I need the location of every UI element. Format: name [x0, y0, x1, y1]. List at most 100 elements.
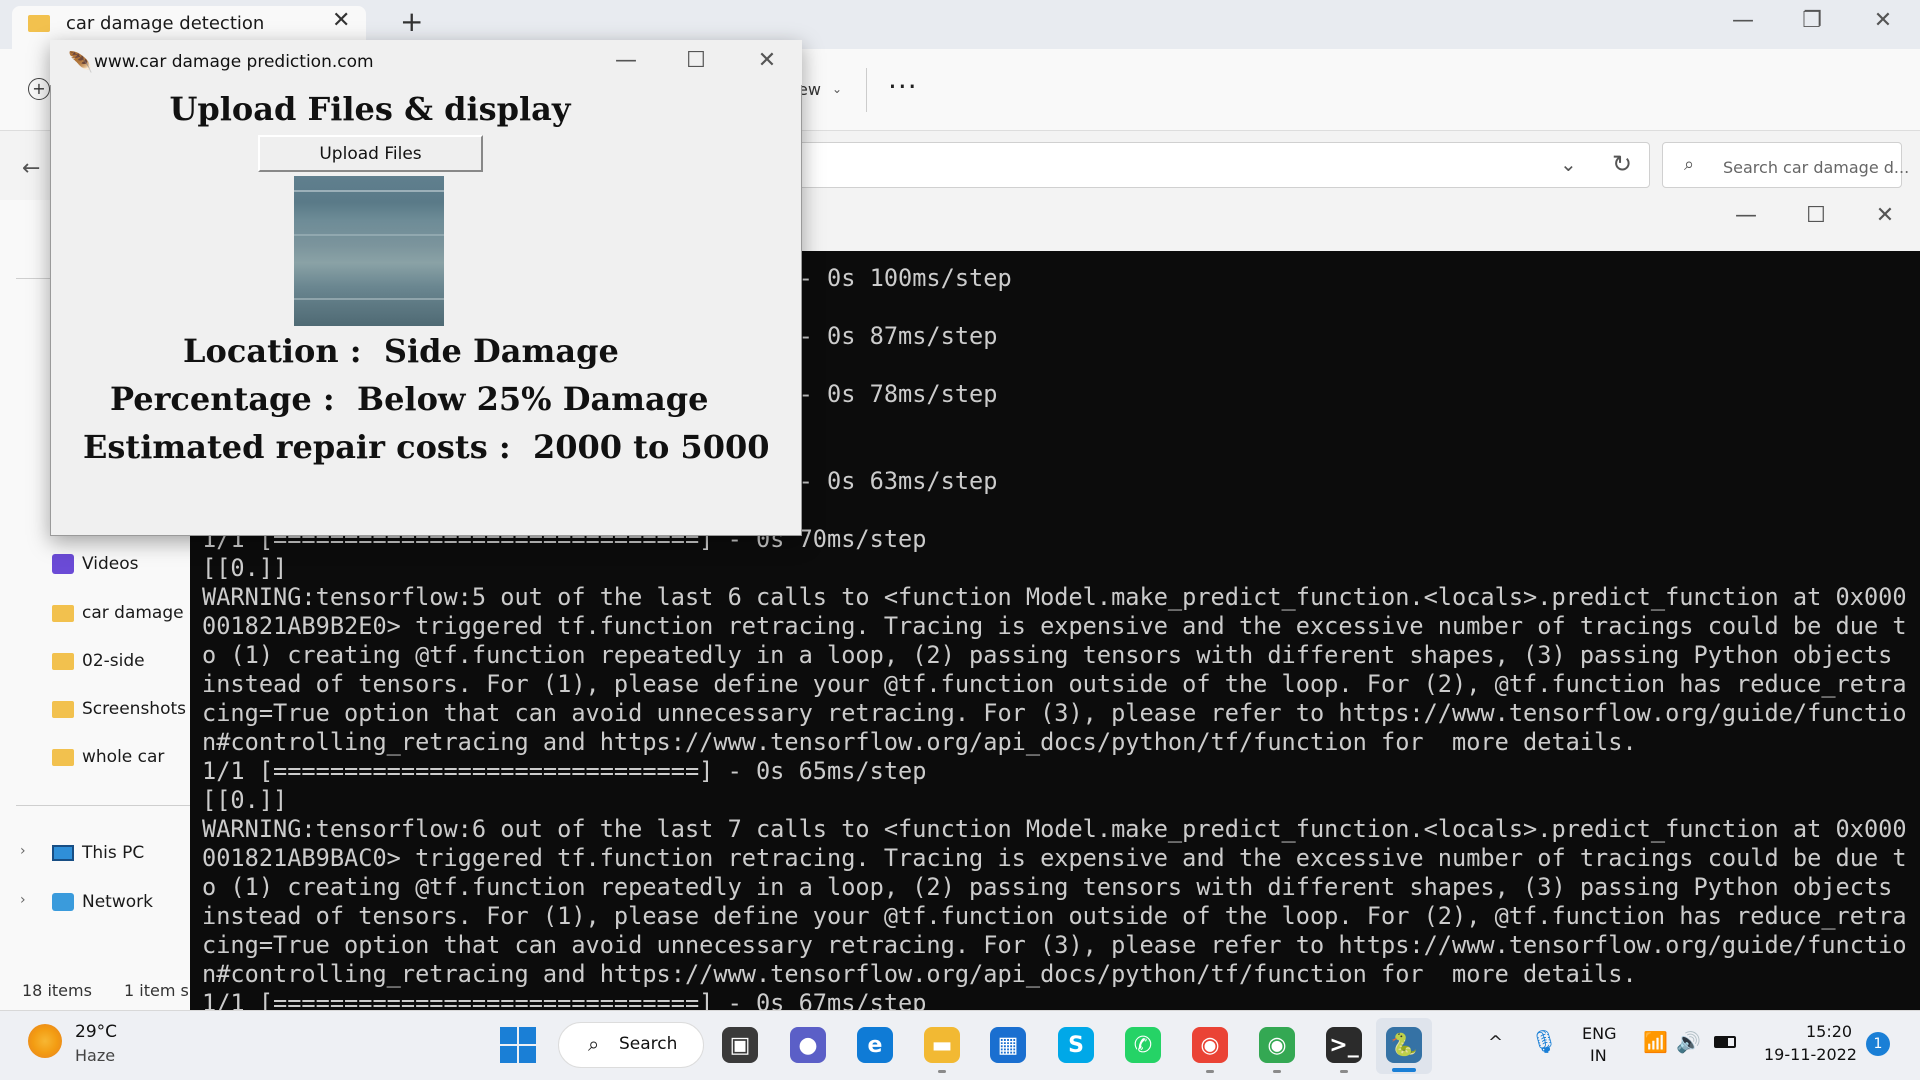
uploaded-car-image — [294, 176, 444, 326]
damage-location-label: Location : Side Damage — [183, 332, 619, 370]
explorer-restore-button[interactable]: ❐ — [1797, 10, 1827, 32]
app-window-title: www.car damage prediction.com — [94, 52, 374, 72]
taskbar-search-label: Search — [619, 1034, 678, 1054]
start-tile — [500, 1027, 517, 1044]
console-restore-button[interactable]: ☐ — [1801, 205, 1831, 227]
explorer-tab-title: car damage detection — [66, 13, 265, 34]
console-minimize-button[interactable]: — — [1731, 205, 1761, 227]
running-app-indicator — [1273, 1070, 1281, 1073]
notification-badge[interactable]: 1 — [1866, 1032, 1890, 1056]
nav-item-label: This PC — [82, 843, 145, 863]
weather-description[interactable]: Haze — [75, 1046, 115, 1065]
terminal-icon[interactable]: >_ — [1326, 1027, 1362, 1063]
edge-icon[interactable]: e — [857, 1027, 893, 1063]
nav-item-screenshots[interactable]: Screenshots — [52, 699, 186, 719]
start-tile — [500, 1046, 517, 1063]
chrome-profile-icon[interactable]: ◉ — [1192, 1027, 1228, 1063]
nav-item-whole-car[interactable]: whole car — [52, 747, 164, 767]
start-tile — [519, 1027, 536, 1044]
nav-item-this-pc[interactable]: This PC — [52, 843, 144, 863]
console-line: cing=True option that can avoid unnecess… — [202, 931, 1907, 959]
explorer-search-placeholder: Search car damage d... — [1723, 158, 1910, 177]
teams-icon[interactable]: ● — [790, 1027, 826, 1063]
folder-icon — [52, 652, 74, 670]
video-icon — [52, 554, 74, 574]
python-icon[interactable]: 🐍 — [1386, 1027, 1422, 1063]
expand-chevron-icon[interactable]: › — [20, 843, 26, 859]
chevron-down-icon: ⌄ — [832, 82, 843, 96]
task-view-icon[interactable]: ▣ — [722, 1027, 758, 1063]
console-line: 1/1 [==============================] - 0… — [202, 989, 927, 1010]
explorer-minimize-button[interactable]: — — [1728, 10, 1758, 32]
nav-item-label: car damage d — [82, 603, 200, 623]
folder-icon — [52, 748, 74, 766]
input-language[interactable]: ENG — [1582, 1024, 1616, 1043]
show-hidden-icons-chevron-icon[interactable]: ^ — [1488, 1032, 1503, 1053]
nav-item-label: Videos — [82, 554, 139, 574]
clock-date[interactable]: 19-11-2022 — [1764, 1045, 1857, 1064]
pc-icon — [52, 845, 74, 861]
active-app-indicator — [1392, 1068, 1416, 1072]
nav-item-videos[interactable]: Videos — [52, 554, 139, 574]
volume-icon[interactable]: 🔊 — [1676, 1030, 1701, 1054]
file-explorer-icon[interactable]: ▬ — [924, 1027, 960, 1063]
whatsapp-icon[interactable]: ✆ — [1125, 1027, 1161, 1063]
new-item-plus-icon[interactable]: + — [28, 78, 50, 100]
input-region[interactable]: IN — [1590, 1046, 1607, 1065]
app-close-button[interactable]: ✕ — [752, 50, 782, 72]
weather-temperature[interactable]: 29°C — [75, 1022, 117, 1042]
refresh-icon[interactable]: ↻ — [1612, 150, 1632, 178]
search-icon: ⌕ — [588, 1032, 600, 1056]
app-minimize-button[interactable]: — — [611, 50, 641, 72]
microsoft-store-icon[interactable]: ▦ — [990, 1027, 1026, 1063]
console-line: n#controlling_retracing and https://www.… — [202, 960, 1637, 988]
nav-divider — [16, 805, 192, 806]
skype-icon[interactable]: S — [1058, 1027, 1094, 1063]
address-dropdown-icon[interactable]: ⌄ — [1560, 152, 1577, 176]
damage-percentage-label: Percentage : Below 25% Damage — [110, 380, 709, 418]
nav-item-02-side[interactable]: 02-side — [52, 651, 145, 671]
start-windows-icon[interactable] — [500, 1027, 536, 1063]
nav-item-network[interactable]: Network — [52, 892, 153, 912]
upload-files-button[interactable]: Upload Files — [258, 135, 483, 172]
start-tile — [519, 1046, 536, 1063]
clock-time[interactable]: 15:20 — [1806, 1022, 1852, 1041]
address-bar[interactable] — [790, 142, 1650, 188]
console-line: instead of tensors. For (1), please defi… — [202, 670, 1907, 698]
network-icon — [52, 893, 74, 911]
console-line: n#controlling_retracing and https://www.… — [202, 728, 1637, 756]
chrome-icon[interactable]: ◉ — [1259, 1027, 1295, 1063]
wifi-icon[interactable]: 📶 — [1643, 1030, 1668, 1054]
feather-icon: 🪶 — [68, 50, 93, 74]
console-line: [[0.]] — [202, 786, 288, 814]
new-tab-icon[interactable]: + — [400, 8, 423, 36]
weather-haze-icon[interactable] — [28, 1024, 62, 1058]
nav-item-label: whole car — [82, 747, 165, 767]
status-selection: 1 item s — [124, 981, 189, 1000]
back-arrow-icon[interactable]: ← — [22, 156, 40, 181]
app-heading: Upload Files & display — [169, 90, 571, 128]
folder-icon — [52, 700, 74, 718]
search-icon: ⌕ — [1684, 154, 1695, 175]
car-body-crease — [294, 234, 444, 236]
nav-item-label: 02-side — [82, 651, 145, 671]
folder-icon — [28, 15, 50, 32]
tab-close-icon[interactable]: ✕ — [332, 8, 350, 33]
nav-item-label: Screenshots — [82, 699, 187, 719]
nav-item-car-damage[interactable]: car damage d — [52, 603, 200, 623]
car-lower-edge — [294, 298, 444, 300]
microphone-icon[interactable]: 🎙 — [1530, 1030, 1558, 1055]
expand-chevron-icon[interactable]: › — [20, 892, 26, 908]
folder-icon — [52, 604, 74, 622]
running-app-indicator — [1340, 1070, 1348, 1073]
status-item-count: 18 items — [22, 981, 92, 1000]
more-options-icon[interactable]: ··· — [888, 70, 918, 103]
explorer-close-button[interactable]: ✕ — [1868, 10, 1898, 32]
toolbar-divider — [866, 68, 867, 112]
console-close-button[interactable]: ✕ — [1870, 205, 1900, 227]
nav-item-label: Network — [82, 892, 153, 912]
app-restore-button[interactable]: ☐ — [681, 50, 711, 72]
console-line: WARNING:tensorflow:6 out of the last 7 c… — [202, 815, 1907, 843]
console-line: WARNING:tensorflow:5 out of the last 6 c… — [202, 583, 1907, 611]
battery-level-fill — [1716, 1038, 1728, 1046]
